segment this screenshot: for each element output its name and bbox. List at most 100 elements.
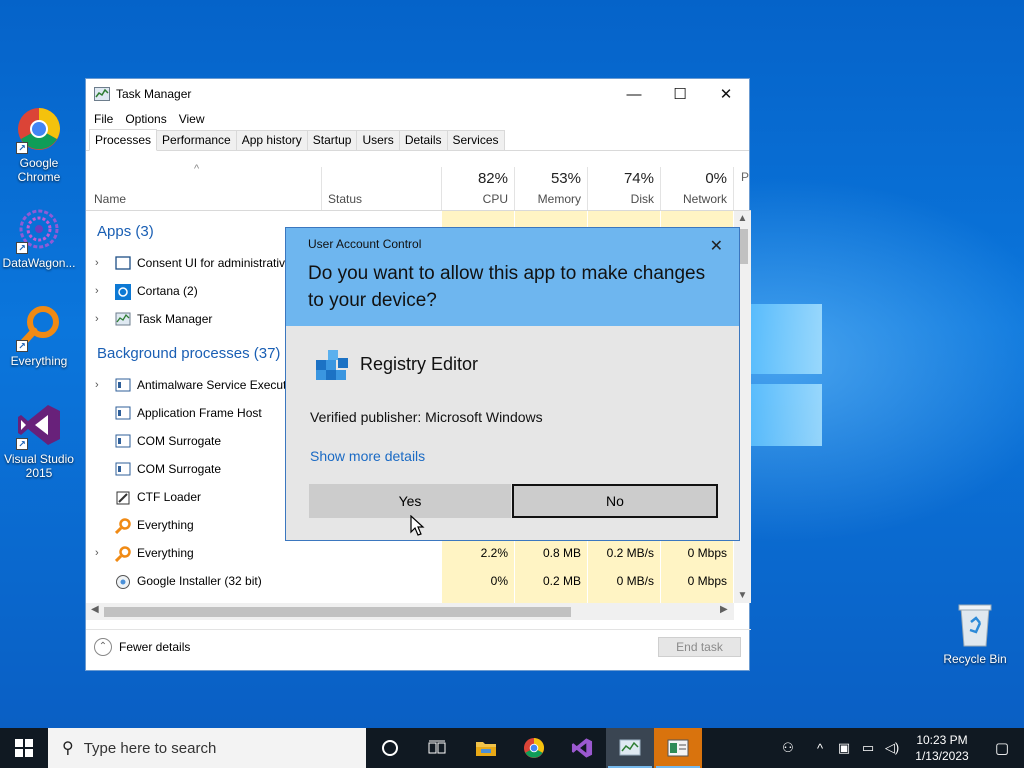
table-row[interactable]: Google Installer (32 bit) 0% 0.2 MB 0 MB… (86, 567, 734, 595)
column-name[interactable]: ^ Name (86, 161, 321, 211)
desktop-icon-datawagon[interactable]: ↗ DataWagon... (1, 206, 77, 270)
desktop-icon-label: Everything (10, 354, 68, 368)
column-header: ^ Name Status 82% CPU 53% Memory 74% Dis… (86, 161, 751, 211)
service-icon (115, 434, 131, 448)
clock-time: 10:23 PM (916, 733, 968, 747)
menu-options[interactable]: Options (125, 112, 166, 126)
clock-date: 1/13/2023 (915, 749, 969, 763)
chevron-right-icon[interactable]: › (95, 313, 99, 325)
volume-icon[interactable]: ◁) (880, 740, 904, 756)
task-view-icon (428, 740, 446, 754)
desktop-icon-label: DataWagon... (2, 256, 76, 270)
tab-startup[interactable]: Startup (306, 130, 358, 150)
visual-studio-taskbar-button[interactable] (558, 728, 606, 768)
clock[interactable]: 10:23 PM 1/13/2023 (904, 732, 980, 764)
end-task-button[interactable]: End task (658, 637, 741, 657)
task-manager-icon (94, 87, 110, 101)
visual-studio-icon (571, 738, 593, 758)
task-manager-icon (115, 312, 131, 326)
chevron-right-icon[interactable]: › (95, 379, 99, 391)
uac-publisher: Verified publisher: Microsoft Windows (310, 409, 543, 425)
tab-users[interactable]: Users (356, 130, 400, 150)
task-manager-icon (619, 739, 641, 756)
column-network[interactable]: 0% Network (661, 161, 733, 211)
notification-icon[interactable]: ▢ (980, 739, 1024, 757)
chrome-taskbar-button[interactable] (510, 728, 558, 768)
file-explorer-button[interactable] (462, 728, 510, 768)
sort-up-icon: ^ (194, 163, 200, 175)
service-icon (115, 406, 131, 420)
tab-services[interactable]: Services (446, 130, 505, 150)
yes-button[interactable]: Yes (309, 484, 511, 518)
group-apps: Apps (3) (97, 223, 154, 240)
uac-question: Do you want to allow this app to make ch… (308, 263, 706, 311)
ctf-icon (115, 490, 131, 505)
tab-strip: Processes Performance App history Startu… (86, 129, 749, 151)
taskbar-search[interactable]: ⚲ Type here to search (48, 728, 366, 768)
chevron-right-icon[interactable]: › (95, 285, 99, 297)
horizontal-scrollbar[interactable]: ◀ ▶ (86, 603, 734, 620)
system-tray: ⚇ ^ ▣ ▭ ◁) 10:23 PM 1/13/2023 ▢ (776, 728, 1024, 768)
file-explorer-icon (476, 742, 496, 756)
chevron-right-icon[interactable]: › (95, 257, 99, 269)
scroll-left-icon[interactable]: ◀ (91, 604, 99, 615)
menu-view[interactable]: View (179, 112, 205, 126)
column-status[interactable]: Status (322, 161, 441, 211)
desktop-icon-chrome[interactable]: ↗ Google Chrome (1, 106, 77, 184)
search-icon: ⚲ (62, 740, 74, 757)
desktop-icon-visual-studio[interactable]: ↗ Visual Studio 2015 (1, 402, 77, 480)
scroll-down-icon[interactable]: ▼ (734, 590, 751, 601)
menu-file[interactable]: File (94, 112, 113, 126)
people-icon[interactable]: ⚇ (776, 740, 800, 756)
task-view-button[interactable] (414, 728, 462, 768)
tab-performance[interactable]: Performance (156, 130, 237, 150)
uac-dialog: User Account Control ✕ Do you want to al… (285, 227, 740, 541)
cortana-icon (115, 284, 131, 300)
column-memory[interactable]: 53% Memory (515, 161, 587, 211)
tab-app-history[interactable]: App history (235, 130, 308, 150)
chevron-up-icon: ⌃ (94, 638, 112, 656)
desktop-icon-everything[interactable]: ↗ Everything (1, 304, 77, 368)
group-background: Background processes (37) (97, 345, 281, 362)
scroll-thumb[interactable] (104, 607, 571, 617)
maximize-button[interactable]: ☐ (657, 79, 703, 109)
chrome-icon: ↗ (16, 106, 62, 154)
minimize-button[interactable]: — (611, 79, 657, 109)
close-button[interactable]: ✕ (703, 79, 749, 109)
column-power-partial[interactable]: P (734, 161, 751, 211)
registry-taskbar-button[interactable] (654, 728, 702, 768)
tab-details[interactable]: Details (398, 130, 448, 150)
service-icon (115, 462, 131, 476)
datawagon-icon: ↗ (16, 206, 62, 254)
network-icon[interactable]: ▭ (856, 740, 880, 756)
everything-icon (114, 518, 131, 535)
table-row[interactable]: › Everything 2.2% 0.8 MB 0.2 MB/s 0 Mbps (86, 539, 734, 567)
fewer-details-button[interactable]: ⌃ Fewer details (94, 638, 190, 656)
window-title: Task Manager (116, 87, 192, 101)
installer-icon (115, 574, 131, 589)
desktop-icon-recycle-bin[interactable]: Recycle Bin (937, 602, 1013, 666)
uac-app-name: Registry Editor (360, 353, 479, 374)
chevron-right-icon[interactable]: › (95, 547, 99, 559)
windows-logo-light (750, 292, 824, 452)
cortana-button[interactable] (366, 728, 414, 768)
taskbar: ⚲ Type here to search ⚇ ^ ▣ ▭ ◁) 10:23 P… (0, 728, 1024, 768)
scroll-right-icon[interactable]: ▶ (720, 604, 728, 615)
chevron-up-icon[interactable]: ^ (808, 741, 832, 756)
defender-icon[interactable]: ▣ (832, 740, 856, 756)
close-icon[interactable]: ✕ (710, 236, 723, 256)
show-more-details-link[interactable]: Show more details (310, 448, 425, 464)
start-button[interactable] (0, 728, 48, 768)
tab-processes[interactable]: Processes (89, 129, 158, 151)
window-icon (115, 256, 131, 270)
task-manager-taskbar-button[interactable] (606, 728, 654, 768)
scroll-up-icon[interactable]: ▲ (734, 213, 751, 224)
column-cpu[interactable]: 82% CPU (442, 161, 514, 211)
column-disk[interactable]: 74% Disk (588, 161, 660, 211)
uac-title: User Account Control (308, 237, 422, 251)
footer: ⌃ Fewer details End task (86, 629, 751, 671)
memory-percent: 53% (550, 170, 581, 187)
no-button[interactable]: No (512, 484, 718, 518)
recycle-bin-icon (952, 602, 998, 648)
title-bar[interactable]: Task Manager — ☐ ✕ (86, 79, 749, 109)
